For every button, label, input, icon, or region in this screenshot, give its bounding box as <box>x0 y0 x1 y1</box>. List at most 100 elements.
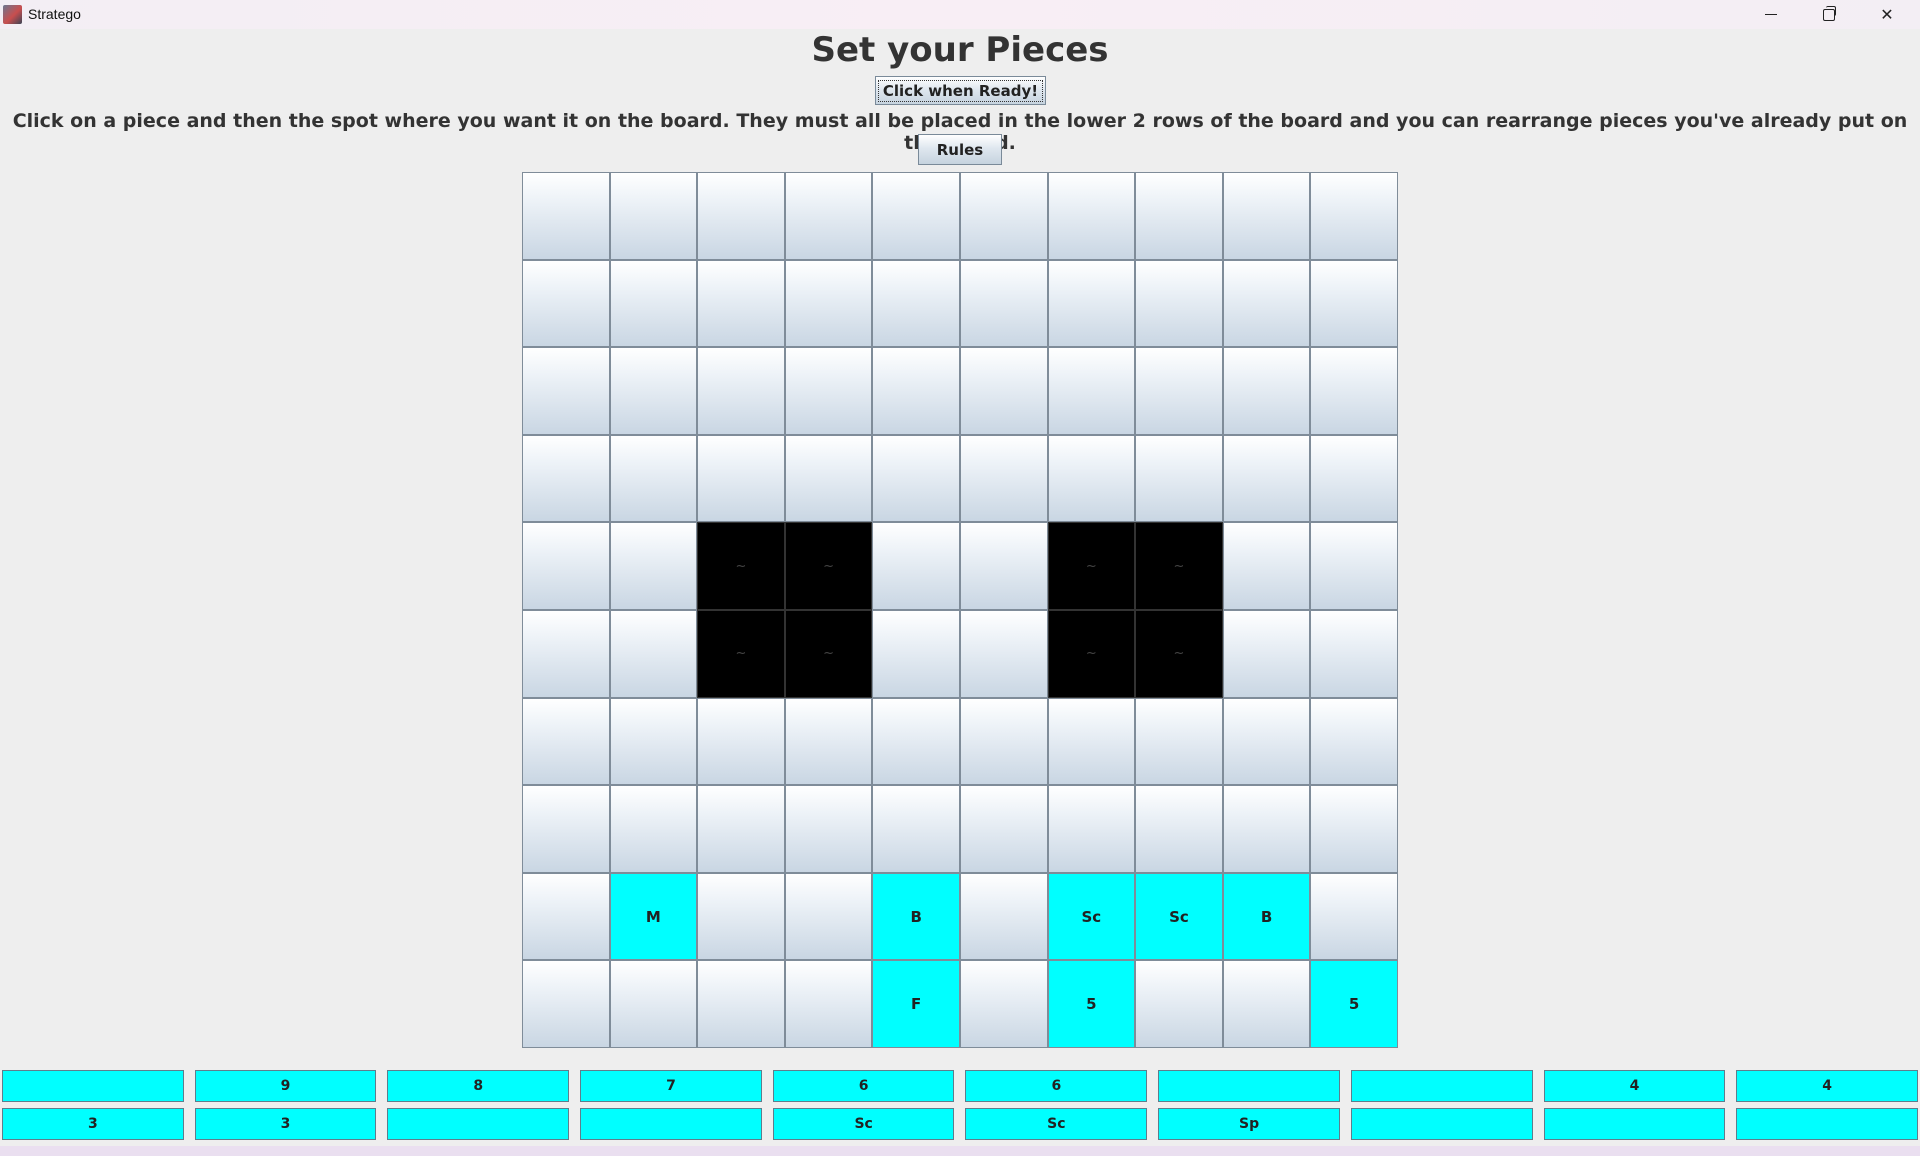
board-cell[interactable] <box>697 434 785 523</box>
tray-piece-button[interactable]: 4 <box>1736 1070 1918 1102</box>
board-cell[interactable] <box>522 872 610 961</box>
tray-piece-button[interactable]: Sc <box>965 1108 1148 1140</box>
board-cell[interactable] <box>872 522 960 610</box>
board-cell[interactable] <box>784 347 873 435</box>
board-cell[interactable] <box>1222 960 1311 1048</box>
tray-piece-button[interactable] <box>1543 1108 1726 1140</box>
board-cell[interactable] <box>1222 697 1311 786</box>
board-cell[interactable] <box>959 785 1048 873</box>
tray-piece-button[interactable]: 7 <box>580 1070 762 1102</box>
board-cell[interactable] <box>959 872 1048 961</box>
board-cell[interactable] <box>1222 785 1311 873</box>
board-cell[interactable] <box>697 259 785 348</box>
board-cell[interactable] <box>1047 259 1136 348</box>
board-cell[interactable] <box>609 259 698 348</box>
board-cell[interactable] <box>1222 259 1311 348</box>
board-cell[interactable]: B <box>872 872 960 961</box>
board-cell[interactable] <box>959 172 1048 260</box>
board-cell[interactable] <box>609 609 698 698</box>
board-cell[interactable] <box>1310 872 1398 961</box>
board-cell[interactable] <box>1047 172 1136 260</box>
board-cell[interactable] <box>959 697 1048 786</box>
tray-piece-button[interactable]: 3 <box>194 1108 377 1140</box>
board-cell[interactable] <box>1310 697 1398 786</box>
board-cell[interactable] <box>697 347 785 435</box>
board-cell[interactable] <box>1135 434 1223 523</box>
board-cell[interactable] <box>1135 697 1223 786</box>
board-cell[interactable] <box>872 609 960 698</box>
board-cell[interactable] <box>1222 172 1311 260</box>
board-cell[interactable] <box>1310 259 1398 348</box>
board-cell[interactable] <box>1047 434 1136 523</box>
tray-piece-button[interactable] <box>580 1108 762 1140</box>
board-cell[interactable] <box>1135 172 1223 260</box>
board-cell[interactable] <box>697 697 785 786</box>
board-cell[interactable] <box>872 434 960 523</box>
board-cell[interactable]: Sc <box>1135 872 1223 961</box>
board-cell[interactable] <box>1310 522 1398 610</box>
board-cell[interactable]: Sc <box>1047 872 1136 961</box>
board-cell[interactable] <box>784 697 873 786</box>
tray-piece-button[interactable]: Sp <box>1158 1108 1340 1140</box>
board-cell[interactable] <box>609 785 698 873</box>
close-button[interactable]: ✕ <box>1858 0 1916 29</box>
tray-piece-button[interactable] <box>1350 1070 1533 1102</box>
board-cell[interactable]: M <box>609 872 698 961</box>
board-cell[interactable] <box>1135 785 1223 873</box>
board-cell[interactable] <box>872 172 960 260</box>
board-cell[interactable] <box>1310 347 1398 435</box>
board-cell[interactable] <box>609 522 698 610</box>
board-cell[interactable] <box>872 259 960 348</box>
board-cell[interactable] <box>959 960 1048 1048</box>
board-cell[interactable] <box>784 434 873 523</box>
board-cell[interactable] <box>522 259 610 348</box>
board-cell[interactable] <box>609 347 698 435</box>
board-cell[interactable] <box>522 172 610 260</box>
board-cell[interactable] <box>872 785 960 873</box>
board-cell[interactable] <box>872 347 960 435</box>
board-cell[interactable] <box>959 259 1048 348</box>
board-cell[interactable] <box>697 872 785 961</box>
board-cell[interactable] <box>1310 434 1398 523</box>
board-cell[interactable] <box>1135 347 1223 435</box>
board-cell[interactable] <box>522 434 610 523</box>
board-cell[interactable] <box>784 259 873 348</box>
rules-button[interactable]: Rules <box>918 134 1002 165</box>
board-cell[interactable] <box>784 872 873 961</box>
board-cell[interactable] <box>784 785 873 873</box>
tray-piece-button[interactable]: 9 <box>194 1070 377 1102</box>
tray-piece-button[interactable] <box>1736 1108 1918 1140</box>
board-cell[interactable]: F <box>872 960 960 1048</box>
board-cell[interactable] <box>522 347 610 435</box>
board-cell[interactable] <box>609 434 698 523</box>
board-cell[interactable] <box>697 172 785 260</box>
board-cell[interactable] <box>784 172 873 260</box>
board-cell[interactable]: B <box>1222 872 1311 961</box>
board-cell[interactable] <box>784 960 873 1048</box>
board-cell[interactable] <box>1047 785 1136 873</box>
board-cell[interactable]: 5 <box>1047 960 1136 1048</box>
board-cell[interactable] <box>1047 697 1136 786</box>
board-cell[interactable] <box>1222 347 1311 435</box>
tray-piece-button[interactable]: 4 <box>1543 1070 1726 1102</box>
board-cell[interactable] <box>959 434 1048 523</box>
tray-piece-button[interactable] <box>2 1070 184 1102</box>
board-cell[interactable]: 5 <box>1310 960 1398 1048</box>
tray-piece-button[interactable]: 3 <box>2 1108 184 1140</box>
board-cell[interactable] <box>959 609 1048 698</box>
tray-piece-button[interactable] <box>387 1108 570 1140</box>
board-cell[interactable] <box>1222 522 1311 610</box>
board-cell[interactable] <box>959 347 1048 435</box>
board-cell[interactable] <box>522 960 610 1048</box>
board-cell[interactable] <box>1310 609 1398 698</box>
minimize-button[interactable] <box>1742 0 1800 29</box>
board-cell[interactable] <box>522 522 610 610</box>
board-cell[interactable] <box>522 785 610 873</box>
board-cell[interactable] <box>697 960 785 1048</box>
board-cell[interactable] <box>697 785 785 873</box>
board-cell[interactable] <box>872 697 960 786</box>
board-cell[interactable] <box>1310 785 1398 873</box>
tray-piece-button[interactable]: Sc <box>772 1108 955 1140</box>
tray-piece-button[interactable]: 6 <box>772 1070 955 1102</box>
board-cell[interactable] <box>1222 609 1311 698</box>
